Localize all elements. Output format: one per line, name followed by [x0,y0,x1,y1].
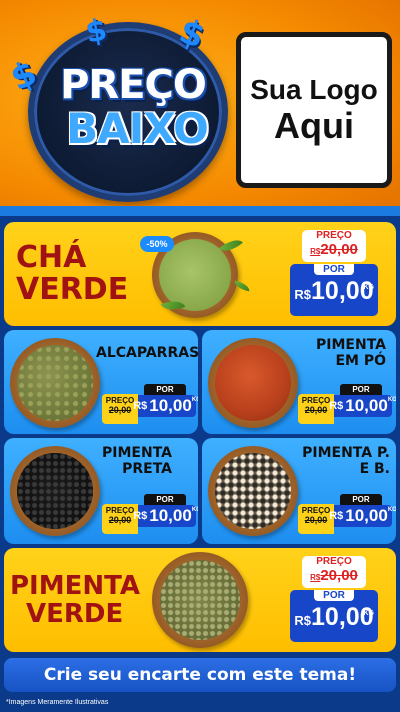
discount-badge: -50% [140,236,174,252]
new-price-label: POR [144,384,186,395]
cta-button[interactable]: Crie seu encarte com este tema! [4,658,396,692]
new-price-amount: 10,00 [311,603,374,631]
product-card-pimenta-p-e-b[interactable]: PIMENTA P. E B. PREÇO 20,00 POR R$ 10,00 K… [202,438,396,544]
old-price-box: PREÇO R$20,00 [302,556,366,588]
product-image-pimenta-em-po [208,338,298,428]
header-banner: $ $ $ PREÇO BAIXO Sua Logo Aqui [0,0,400,216]
headline-baixo: BAIXO [66,104,209,153]
product-image-fill [159,559,241,641]
unit-label: KG [363,610,375,617]
old-price-amount: 20,00 [320,241,358,258]
old-price-amount: 20,00 [320,567,358,584]
unit-label: KG [191,397,198,403]
new-price-amount: 10,00 [311,277,374,305]
product-card-alcaparras[interactable]: ALCAPARRAS PREÇO 20,00 POR R$10,00KG [4,330,198,434]
featured-card-pimenta-verde[interactable]: PIMENTA VERDE PREÇO R$20,00 POR KG R$10,… [4,548,396,652]
product-card-pimenta-em-po[interactable]: PIMENTA EM PÓ PREÇO 20,00 POR R$ 10,00 KG [202,330,396,434]
new-price-amount: 10,00 [345,396,388,415]
product-image-alcaparras [10,338,100,428]
product-name: PIMENTA EM PÓ [290,337,386,369]
headline-preco: PREÇO [60,62,207,108]
product-name: ALCAPARRAS [96,345,198,362]
new-price-currency: R$ [133,400,148,412]
new-price-box: R$10,00KG [133,395,198,417]
product-name-line2: PRETA [122,460,172,477]
new-price-label: POR [314,590,354,601]
new-price-currency: R$ [329,400,344,412]
new-price-currency: R$ [294,287,312,302]
new-price-label: POR [340,384,382,395]
product-name: CHÁ VERDE [16,240,129,308]
product-name-line2: E B. [359,460,390,477]
old-price-box: PREÇO R$20,00 [302,230,366,262]
old-price-value: R$20,00 [302,241,366,258]
product-image-pimenta-p-e-b [208,446,298,536]
new-price-box: POR KG R$10,00 [290,590,378,642]
product-name-line1: PIMENTA [316,337,386,353]
unit-label: KG [363,284,375,291]
new-price-value: R$10,00 [290,603,378,632]
product-name-line1: ALCAPARRAS [96,345,198,361]
new-price-box: R$10,00KG [329,505,396,527]
dollar-icon: $ [173,11,210,57]
new-price-value: R$10,00 [290,277,378,306]
new-price-box: R$10,00KG [133,505,198,527]
new-price-label: POR [340,494,382,505]
new-price-box: R$10,00KG [329,395,396,417]
new-price-currency: R$ [133,510,148,522]
new-price-currency: R$ [294,613,312,628]
product-name-line1: PIMENTA [102,445,172,461]
new-price-amount: 10,00 [345,506,388,525]
new-price-label: POR [314,264,354,275]
product-image-fill [215,345,291,421]
new-price-amount: 10,00 [149,506,192,525]
product-card-pimenta-preta[interactable]: PIMENTA PRETA PREÇO 20,00 POR R$10,00KG [4,438,198,544]
unit-label: KG [191,507,198,513]
featured-card-cha-verde[interactable]: CHÁ VERDE PREÇO R$20,00 POR KG R$10,00 [4,222,396,326]
product-name-line2: VERDE [26,599,124,630]
old-price-label: PREÇO [316,556,352,567]
product-name-line2: EM PÓ [335,352,386,369]
unit-label: KG [387,507,396,513]
product-image-fill [215,453,291,529]
product-name-line2: VERDE [16,272,129,308]
old-price-currency: R$ [310,573,321,582]
product-name-line1: CHÁ [16,240,87,275]
product-name: PIMENTA VERDE [10,572,140,628]
product-name-line1: PIMENTA P. [302,445,390,461]
old-price-currency: R$ [310,247,321,256]
old-price-value: R$20,00 [302,567,366,584]
product-name: PIMENTA PRETA [76,445,172,477]
logo-text-line1: Sua Logo [250,73,378,105]
product-name-line1: PIMENTA [10,571,140,601]
product-image-fill [17,345,93,421]
new-price-box: POR KG R$10,00 [290,264,378,316]
new-price-label: POR [144,494,186,505]
unit-label: KG [387,397,396,403]
product-name: PIMENTA P. E B. [294,445,390,477]
old-price-label: PREÇO [316,230,352,241]
new-price-currency: R$ [329,510,344,522]
logo-placeholder[interactable]: Sua Logo Aqui [236,32,392,188]
logo-text-line2: Aqui [274,104,354,146]
footnote: *Imagens Meramente Ilustrativas [6,699,109,706]
product-image-pimenta-verde [152,552,248,648]
new-price-amount: 10,00 [149,396,192,415]
